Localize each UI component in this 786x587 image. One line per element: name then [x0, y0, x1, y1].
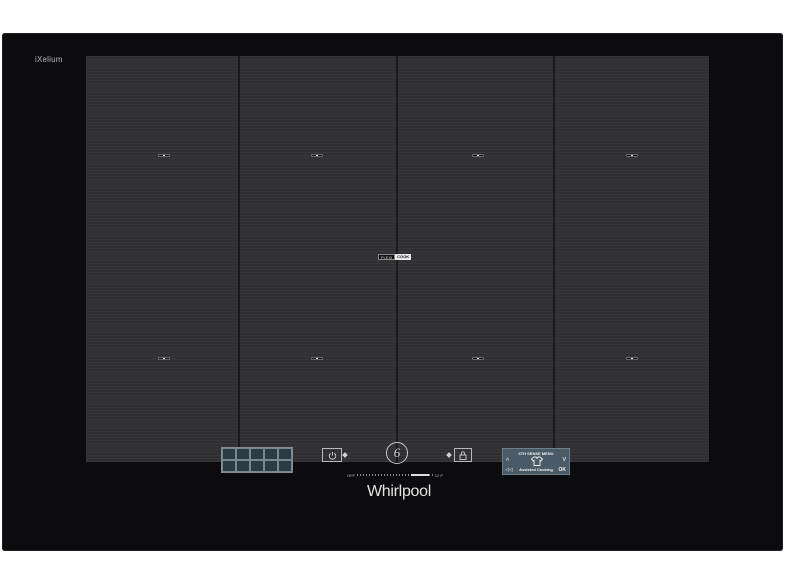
zone-key[interactable]: [222, 460, 236, 472]
zone-key[interactable]: [222, 448, 236, 460]
badge-right-text: COOK: [395, 254, 412, 260]
flexicook-badge: FLEXI COOK: [378, 254, 412, 260]
display-item: Assisted Cooking: [519, 467, 553, 472]
cooking-zones: FLEXI COOK: [86, 56, 709, 462]
zone-marker: [158, 154, 170, 157]
zone-marker: [472, 357, 484, 360]
zone-key[interactable]: [250, 448, 264, 460]
power-button[interactable]: [322, 448, 342, 462]
slider-max-label: 12 P: [434, 472, 443, 478]
zone-key[interactable]: [278, 460, 292, 472]
zone-marker: [311, 154, 323, 157]
lock-button[interactable]: [454, 448, 472, 462]
sixth-sense-label: 6: [393, 445, 401, 460]
zone-key[interactable]: [264, 460, 278, 472]
zone-key[interactable]: [250, 460, 264, 472]
zone-key[interactable]: [236, 448, 250, 460]
slider-min-label: OFF: [347, 472, 355, 478]
brand-wordmark: Whirlpool: [367, 483, 431, 500]
zone-key[interactable]: [264, 448, 278, 460]
zone-divider: [238, 56, 240, 462]
sixth-sense-button[interactable]: 6: [386, 442, 408, 464]
series-logo: iXelium: [35, 55, 63, 64]
zone-divider: [553, 56, 555, 462]
zone-marker: [626, 154, 638, 157]
menu-display: 6TH SENSE MENU ^ v ◁◁ OK Assisted Cookin…: [502, 448, 570, 475]
shirt-icon: [531, 456, 543, 466]
zone-marker: [311, 357, 323, 360]
zone-marker: [158, 357, 170, 360]
power-icon: [328, 451, 336, 460]
lock-icon: [459, 450, 467, 460]
down-arrow-icon[interactable]: v: [563, 456, 567, 463]
zone-key[interactable]: [278, 448, 292, 460]
zone-marker: [626, 357, 638, 360]
zone-marker: [472, 154, 484, 157]
slider-fill: [411, 474, 429, 476]
badge-left-text: FLEXI: [378, 254, 396, 260]
zone-selector-keypad[interactable]: [221, 447, 293, 473]
zone-key[interactable]: [236, 460, 250, 472]
up-arrow-icon[interactable]: ^: [506, 458, 509, 465]
power-slider[interactable]: OFF 12 P: [347, 472, 443, 478]
